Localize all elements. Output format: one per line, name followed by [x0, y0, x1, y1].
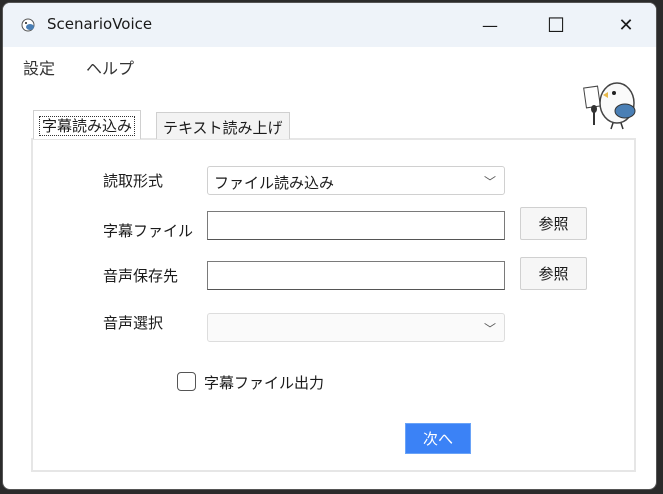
app-window: ScenarioVoice — ☐ ✕ 設定 ヘルプ 読取形式 ファイル読み込み…	[2, 2, 657, 490]
subtitle-output-label[interactable]: 字幕ファイル出力	[204, 372, 324, 393]
close-button[interactable]: ✕	[603, 3, 649, 47]
bird-mascot-icon	[583, 82, 636, 130]
chevron-down-icon: ﹀	[483, 322, 496, 336]
read-format-value: ファイル読み込み	[214, 174, 335, 192]
audio-dest-label: 音声保存先	[103, 267, 179, 285]
audio-dest-input[interactable]	[207, 261, 505, 290]
tab-label: テキスト読み上げ	[163, 119, 283, 137]
browse-audio-button[interactable]: 参照	[520, 257, 587, 290]
window-title: ScenarioVoice	[47, 15, 153, 33]
tab-text-to-speech[interactable]: テキスト読み上げ	[156, 112, 290, 139]
tab-panel: 読取形式 ファイル読み込み ﹀ 字幕ファイル 参照 音声保存先 参照 音声選択 ﹀	[31, 138, 636, 472]
voice-select-label: 音声選択	[103, 314, 164, 332]
voice-select[interactable]: ﹀	[207, 313, 505, 342]
bird-app-icon	[21, 18, 35, 32]
read-format-label: 読取形式	[103, 172, 164, 190]
tab-subtitle-import[interactable]: 字幕読み込み	[33, 110, 142, 139]
subtitle-output-checkbox[interactable]	[177, 372, 196, 391]
menu-help[interactable]: ヘルプ	[86, 55, 134, 79]
menu-settings[interactable]: 設定	[23, 55, 55, 79]
chevron-down-icon: ﹀	[483, 175, 496, 189]
minimize-button[interactable]: —	[467, 3, 513, 47]
subtitle-file-label: 字幕ファイル	[103, 222, 194, 240]
read-format-select[interactable]: ファイル読み込み ﹀	[207, 166, 505, 195]
browse-subtitle-button[interactable]: 参照	[520, 207, 587, 240]
next-button[interactable]: 次へ	[405, 423, 471, 454]
title-bar: ScenarioVoice — ☐ ✕	[3, 3, 656, 47]
maximize-button[interactable]: ☐	[533, 3, 579, 47]
tab-label: 字幕読み込み	[38, 116, 136, 136]
subtitle-file-input[interactable]	[207, 211, 505, 240]
